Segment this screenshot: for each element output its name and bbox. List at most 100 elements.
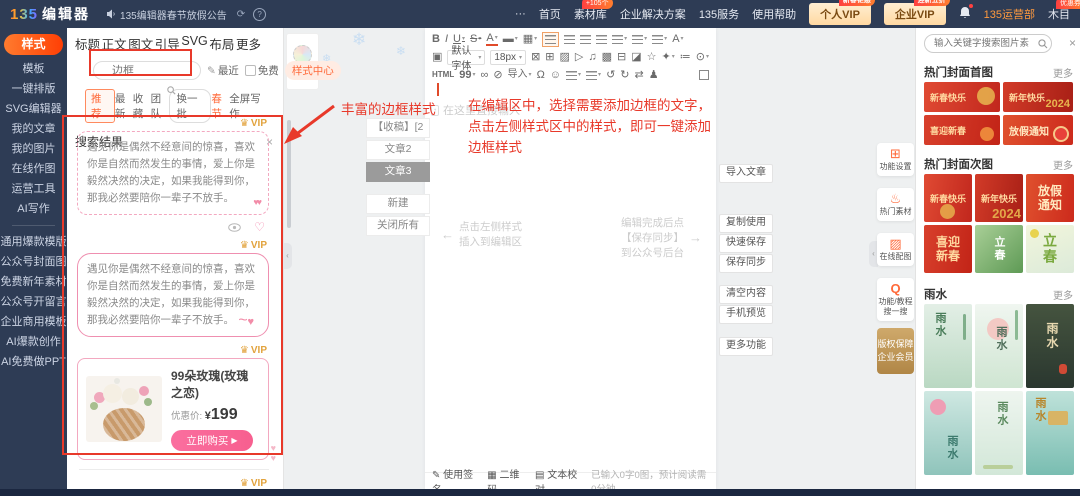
sidebar-item-auto-layout[interactable]: 一键排版	[0, 79, 67, 99]
highlight-icon[interactable]: ▬▾	[503, 34, 518, 45]
cover-image[interactable]: 新春快乐	[924, 174, 972, 222]
nav-material-library[interactable]: +105个 素材库	[574, 6, 607, 22]
video-icon[interactable]: ▷	[575, 52, 583, 63]
tab-svg[interactable]: SVG	[181, 34, 207, 53]
poster-image[interactable]: 雨水	[1026, 391, 1074, 475]
list-style-icon[interactable]: ≔	[680, 52, 691, 63]
doc-tab-draft[interactable]: 【收稿】[2	[366, 118, 430, 138]
poster-image[interactable]: 雨水	[1026, 304, 1074, 388]
enterprise-vip-button[interactable]: 迎新五折 企业VIP	[884, 3, 946, 25]
nav-help[interactable]: 使用帮助	[752, 6, 796, 22]
quick-save-button[interactable]: 快速保存	[719, 234, 773, 253]
table-icon[interactable]: ⊞	[545, 52, 554, 63]
component-icon[interactable]: ⊙▾	[696, 52, 709, 63]
panel-collapse-handle[interactable]: ‹	[283, 243, 292, 269]
special-char-icon[interactable]: Ω	[537, 70, 545, 81]
style-search-input[interactable]	[93, 61, 201, 80]
media-search-input[interactable]	[924, 34, 1052, 53]
eraser-icon[interactable]: ◪	[631, 52, 641, 63]
hot-material-button[interactable]: ♨ 热门素材	[877, 188, 914, 221]
style-panel-scrollbar[interactable]	[287, 120, 291, 228]
refresh-icon[interactable]: ⟳	[237, 9, 245, 20]
align-center-icon[interactable]	[564, 35, 575, 44]
views-icon[interactable]	[228, 223, 241, 232]
style-center-button[interactable]: 样式中心	[285, 61, 341, 80]
doc-tab-article3-active[interactable]: 文章3	[366, 162, 430, 182]
style-card-dashed-border[interactable]: ♛VIP 遇见你是偶然不经意间的惊喜，喜欢你是自然而然发生的事情，爱上你是毅然决…	[67, 114, 283, 236]
sidebar-item-styles[interactable]: 样式	[4, 34, 63, 55]
placeholder-icon[interactable]: ⊠	[531, 52, 540, 63]
font-color-icon[interactable]: A▾	[486, 33, 497, 46]
undo-icon[interactable]: ↺	[606, 70, 615, 81]
nav-home[interactable]: 首页	[539, 6, 561, 22]
style-card-solid-border[interactable]: ♛VIP 遇见你是偶然不经意间的惊喜，喜欢你是自然而然发生的事情，爱上你是毅然决…	[67, 236, 283, 337]
sidebar-item-ai-writing[interactable]: AI写作	[0, 199, 67, 219]
sidebar-item-my-images[interactable]: 我的图片	[0, 139, 67, 159]
recent-filter[interactable]: ✎最近	[207, 63, 239, 78]
fullscreen-icon[interactable]	[699, 70, 709, 80]
copy-use-button[interactable]: 复制使用	[719, 214, 773, 233]
columns-icon[interactable]: ⊟	[617, 52, 626, 63]
close-panel-icon[interactable]: ×	[1069, 36, 1076, 50]
tab-body[interactable]: 正文	[102, 34, 127, 53]
align-justify-icon[interactable]	[596, 35, 607, 44]
import-menu[interactable]: 导入▾	[508, 70, 532, 80]
sidebar-item-online-drawing[interactable]: 在线作图	[0, 159, 67, 179]
html-source-icon[interactable]: HTML	[432, 71, 454, 79]
sidebar-item-ai-hot-creation[interactable]: AI爆款创作	[0, 332, 67, 352]
sidebar-item-operation-tools[interactable]: 运营工具	[0, 179, 67, 199]
signature-tool-icon[interactable]: ▾	[586, 71, 601, 80]
sidebar-item-templates[interactable]: 模板	[0, 59, 67, 79]
buy-now-button[interactable]: 立即购买▶	[171, 430, 253, 451]
sidebar-item-commercial-templates[interactable]: 企业商用模板	[0, 312, 67, 332]
font-size-select[interactable]: 18px▾	[490, 50, 526, 65]
import-article-button[interactable]: 导入文章	[719, 164, 773, 183]
ordered-list-icon[interactable]: ▾	[566, 71, 581, 80]
account-name[interactable]: 优惠券 木目	[1048, 6, 1070, 22]
save-sync-button[interactable]: 保存同步	[719, 254, 773, 273]
more-link[interactable]: 更多	[1053, 287, 1073, 302]
tab-imagetext[interactable]: 图文	[128, 34, 153, 53]
poster-image[interactable]: 雨水	[924, 304, 972, 388]
align-right-icon[interactable]	[580, 35, 591, 44]
cover-image[interactable]: 放假通知	[1003, 115, 1073, 145]
nav-135-services[interactable]: 135服务	[699, 6, 739, 22]
announcement-link[interactable]: 135编辑器春节放假公告	[106, 7, 227, 22]
notification-bell-icon[interactable]	[959, 6, 971, 22]
poster-image[interactable]: 雨水	[975, 391, 1023, 475]
indent-icon[interactable]: ▾	[612, 35, 627, 44]
cover-image[interactable]: 新春快乐	[924, 82, 1000, 112]
new-document-button[interactable]: 新建	[366, 194, 430, 214]
sidebar-item-comments[interactable]: 公众号开留言	[0, 292, 67, 312]
phone-preview-button[interactable]: 手机预览	[719, 305, 773, 324]
clear-content-button[interactable]: 清空内容	[719, 285, 773, 304]
favorite-icon[interactable]: ♡	[254, 220, 265, 234]
personal-vip-button[interactable]: 新春钜惠 个人VIP	[809, 3, 871, 25]
sidebar-item-svg-editor[interactable]: SVG编辑器	[0, 99, 67, 119]
cover-image[interactable]: 立春	[1026, 225, 1074, 273]
redo-icon[interactable]: ↻	[620, 70, 629, 81]
italic-icon[interactable]: I	[445, 34, 448, 45]
unlink-icon[interactable]: ⊘	[493, 70, 502, 81]
nav-enterprise-solutions[interactable]: 企业解决方案	[620, 6, 686, 22]
more-functions-button[interactable]: 更多功能	[719, 337, 773, 356]
doc-tab-article2[interactable]: 文章2	[366, 140, 430, 160]
online-image-button[interactable]: ▨ 在线配图	[877, 233, 914, 266]
music-icon[interactable]: ♫	[588, 52, 596, 63]
poster-image[interactable]: 雨水	[924, 391, 972, 475]
user-template-icon[interactable]: ♟	[649, 70, 659, 81]
close-all-button[interactable]: 关闭所有	[366, 216, 430, 236]
style-card-product[interactable]: ♛VIP 99朵玫瑰(玫瑰之恋)	[67, 341, 283, 460]
poster-image[interactable]: 雨水	[975, 304, 1023, 388]
sidebar-item-my-articles[interactable]: 我的文章	[0, 119, 67, 139]
tab-guide[interactable]: 引导	[155, 34, 180, 53]
cover-image[interactable]: 新年快乐 2024	[1003, 82, 1073, 112]
blockquote-icon[interactable]: 99▾	[459, 70, 475, 81]
text-case-icon[interactable]: A▾	[672, 34, 683, 45]
sidebar-item-free-newyear[interactable]: 免费新年素材	[0, 272, 67, 292]
search-tutorial-button[interactable]: Q 功能/教程搜一搜	[877, 278, 914, 321]
more-link[interactable]: 更多	[1053, 157, 1073, 172]
sidebar-item-ai-ppt[interactable]: AI免费做PPT	[0, 352, 67, 372]
link-icon[interactable]: ∞	[480, 70, 488, 81]
tab-layout[interactable]: 布局	[209, 34, 234, 53]
